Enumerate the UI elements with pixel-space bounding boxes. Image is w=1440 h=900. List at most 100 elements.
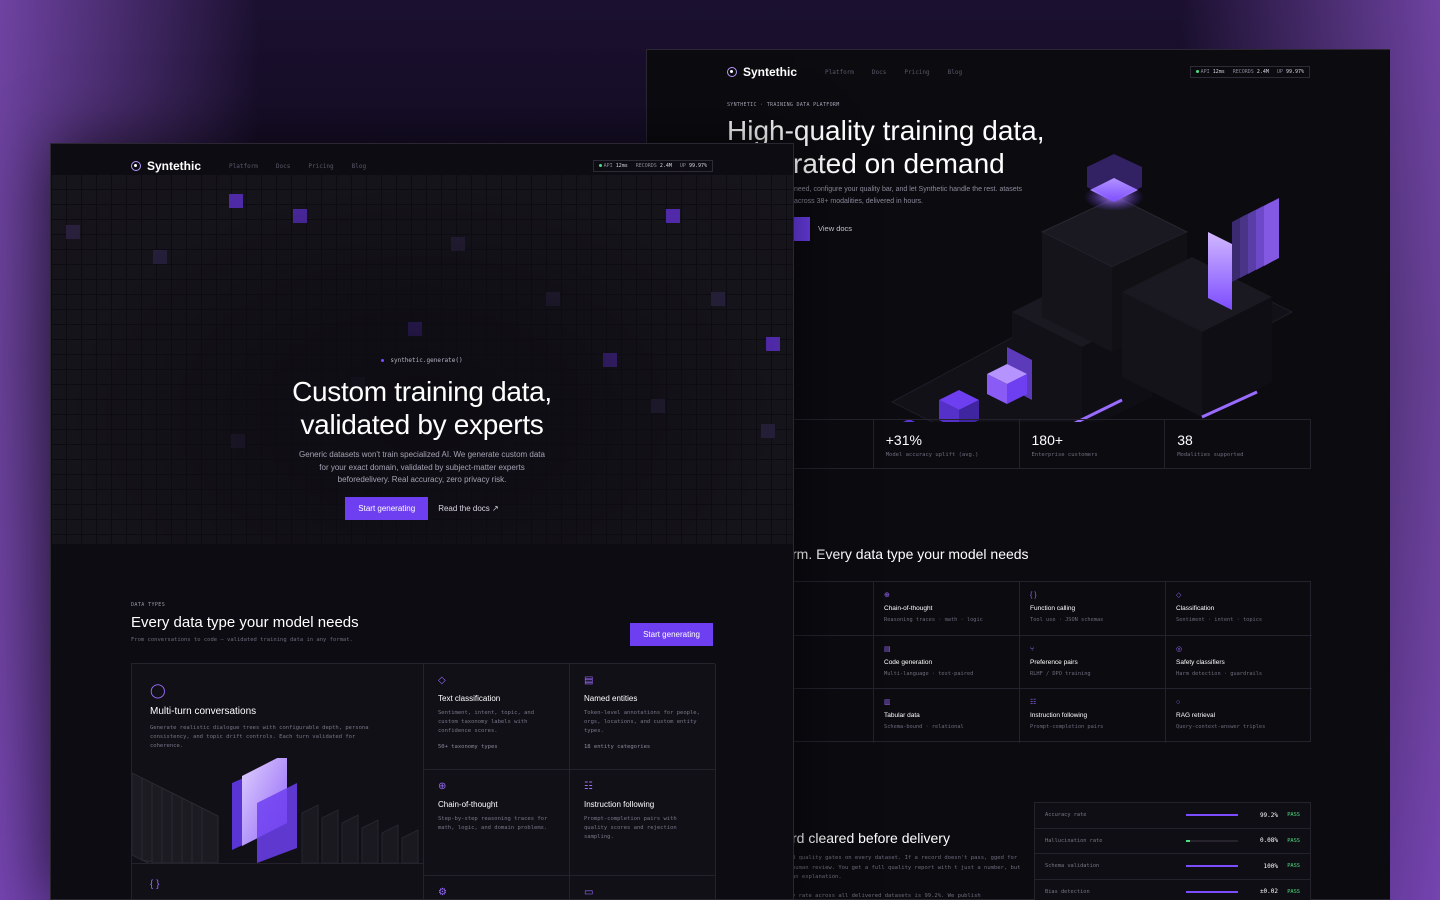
read-docs-link[interactable]: Read the docs ↗: [438, 504, 499, 513]
nav-link-pricing[interactable]: Pricing: [904, 69, 929, 76]
grid-highlight-cell: [546, 292, 560, 306]
grid-highlight-cell: [711, 292, 725, 306]
nav-link-platform[interactable]: Platform: [825, 69, 854, 76]
card-instruction-following[interactable]: ☷ Instruction following Prompt-completion …: [570, 770, 716, 876]
hero-headline-line-2: validated by experts: [300, 409, 544, 440]
section-start-generating-button[interactable]: Start generating: [630, 623, 713, 646]
grid-highlight-cell: [229, 194, 243, 208]
type-icon: ◎: [1176, 645, 1183, 653]
nav-link-platform[interactable]: Platform: [229, 163, 258, 170]
brain-icon: ⊕: [438, 781, 447, 792]
list-icon: ☷: [584, 781, 593, 792]
nav-link-blog[interactable]: Blog: [948, 69, 962, 76]
records-label: RECORDS: [635, 163, 657, 169]
data-type-cards: ◯ Multi-turn conversations Generate real…: [131, 663, 716, 899]
records-value: 2.4M: [659, 163, 672, 169]
grid-highlight-cell: [451, 237, 465, 251]
nav-link-docs[interactable]: Docs: [872, 69, 886, 76]
card-text-classification[interactable]: ◇ Text classification Sentiment, intent, t…: [424, 664, 570, 770]
quality-label: Bias detection: [1045, 888, 1090, 895]
card-named-entities[interactable]: ▤ Named entities Token-level annotations f…: [570, 664, 716, 770]
quality-status: PASS: [1287, 812, 1300, 819]
api-value: 12ms: [615, 163, 628, 169]
quality-title: rd cleared before delivery: [792, 830, 950, 846]
code-tag-text: synthetic.generate(): [390, 357, 463, 364]
back-section-title: rm. Every data type your model needs: [792, 546, 1029, 562]
cell-title: Classification: [1176, 605, 1215, 612]
quality-row: Schema validation 100% PASS: [1035, 854, 1310, 880]
up-label: UP: [1276, 69, 1283, 75]
stats-strip: d since 2021 +31%Model accuracy uplift (…: [727, 419, 1311, 469]
table-cell[interactable]: ◇ Classification Sentiment · intent · topi…: [1166, 582, 1312, 636]
cell-desc: Multi-language · test-paired: [884, 670, 974, 677]
quality-bar: [1186, 814, 1238, 817]
view-docs-link[interactable]: View docs: [818, 224, 852, 233]
cell-title: Code generation: [884, 658, 933, 666]
up-label: UP: [679, 163, 686, 169]
table-cell[interactable]: { } Function calling Tool use · JSON schem…: [1020, 582, 1166, 636]
card-function-calling[interactable]: { }: [132, 864, 424, 899]
status-badge: API 12ms RECORDS 2.4M UP 99.97%: [1189, 66, 1310, 78]
table-cell[interactable]: ○ RAG retrieval Query-context-answer tripl…: [1166, 689, 1312, 743]
stat-label: Modalities supported: [1177, 452, 1244, 458]
card-tabular[interactable]: ▭: [570, 876, 716, 899]
document-icon: ▤: [584, 675, 594, 686]
compare-icon: ⚙: [438, 887, 447, 898]
nav-link-docs[interactable]: Docs: [276, 163, 290, 170]
card-preference[interactable]: ⚙: [424, 876, 570, 899]
card-chain-of-thought[interactable]: ⊕ Chain-of-thought Step-by-step reasoning …: [424, 770, 570, 876]
table-cell[interactable]: ◎ Safety classifiers Harm detection · guar…: [1166, 636, 1312, 689]
table-cell[interactable]: ⑂ Preference pairs RLHF / DPO training: [1020, 635, 1166, 689]
back-primary-button[interactable]: [792, 217, 810, 241]
cell-title: Preference pairs: [1030, 658, 1078, 666]
grid-highlight-cell: [666, 209, 680, 223]
dot-icon: [381, 359, 385, 362]
stat: 38 Modalities supported: [1165, 420, 1310, 468]
api-value: 12ms: [1212, 69, 1225, 75]
stat: 180+ Enterprise customers: [1020, 420, 1166, 468]
quality-bar: [1186, 890, 1238, 893]
card-meta: 50+ taxonomy types: [438, 744, 498, 750]
stat-value: +31%: [885, 432, 922, 448]
records-value: 2.4M: [1256, 69, 1269, 75]
api-label: API: [1200, 69, 1210, 75]
cell-desc: Prompt-completion pairs: [1030, 724, 1104, 730]
nav-link-blog[interactable]: Blog: [352, 163, 366, 170]
card-title: Multi-turn conversations: [150, 706, 257, 717]
type-icon: ◇: [1176, 592, 1182, 599]
table-cell[interactable]: ▤ Code generation Multi-language · test-pa…: [874, 635, 1020, 689]
quality-row: Accuracy rate 99.2% PASS: [1035, 803, 1310, 829]
status-dot-icon: [1195, 70, 1199, 73]
quality-desc: d quality gates on every dataset. If a r…: [792, 854, 1022, 900]
stat: +31% Model accuracy uplift (avg.): [874, 420, 1020, 468]
table-cell[interactable]: ▥ Tabular data Schema-bound · relational: [874, 689, 1020, 743]
type-icon: ⊕: [884, 592, 890, 599]
quality-value: 99.2%: [1259, 811, 1278, 819]
quality-bar-fill: [1186, 890, 1238, 893]
cell-desc: Tool use · JSON schemas: [1030, 617, 1104, 623]
table-cell[interactable]: ⊕ Chain-of-thought Reasoning traces · math…: [874, 582, 1020, 636]
cell-title: Safety classifiers: [1176, 658, 1225, 666]
chat-box-icon: ▭: [584, 887, 594, 898]
brand-name: Syntethic: [743, 65, 798, 79]
quality-value: 0.08%: [1259, 837, 1278, 845]
stat-value: 180+: [1031, 432, 1064, 448]
card-desc: Prompt-completion pairs with quality sco…: [584, 816, 677, 840]
card-title: Named entities: [584, 694, 638, 703]
start-generating-button[interactable]: Start generating: [345, 496, 429, 520]
front-logo[interactable]: Syntethic: [131, 159, 201, 173]
isometric-pipeline-illustration: [890, 154, 1294, 422]
stacked-slabs-illustration: [132, 758, 419, 863]
nav-link-pricing[interactable]: Pricing: [308, 163, 333, 170]
quality-row: Bias detection ±0.02 PASS: [1035, 880, 1310, 900]
api-label: API: [603, 163, 613, 169]
table-cell[interactable]: ☷ Instruction following Prompt-completion …: [1020, 689, 1166, 743]
back-logo[interactable]: Syntethic: [727, 65, 797, 79]
quality-bar: [1186, 865, 1238, 868]
brand-name: Syntethic: [147, 159, 202, 173]
quality-bar-fill: [1186, 865, 1238, 868]
card-multi-turn-conversations[interactable]: ◯ Multi-turn conversations Generate real…: [132, 664, 424, 864]
hero-headline: Custom training data, validated by expert…: [51, 375, 793, 441]
grid-highlight-cell: [408, 322, 422, 336]
type-icon: ☷: [1030, 699, 1037, 706]
